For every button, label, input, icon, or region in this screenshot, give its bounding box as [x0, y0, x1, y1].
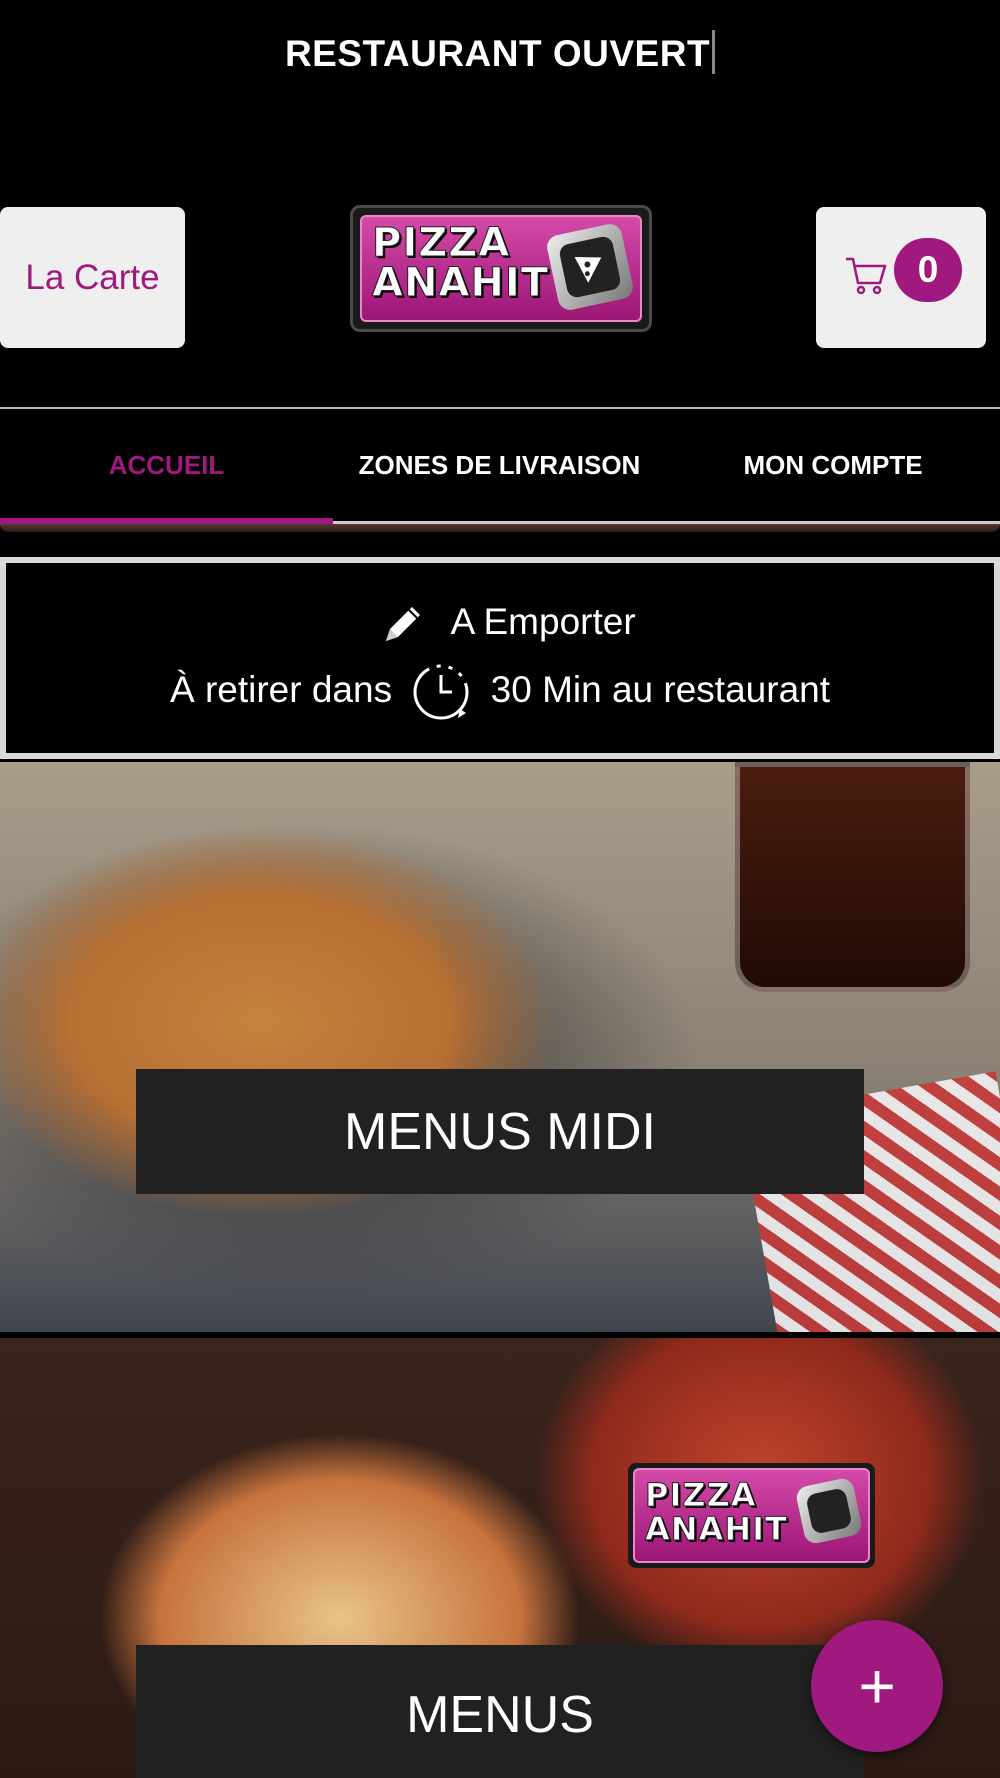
banner-pizza-slice-icon	[794, 1476, 864, 1546]
tab-bar: ACCUEIL ZONES DE LIVRAISON MON COMPTE	[0, 409, 1000, 524]
tab-zones-de-livraison[interactable]: ZONES DE LIVRAISON	[333, 409, 666, 521]
pickup-suffix: 30 Min au restaurant	[490, 668, 830, 710]
pizza-slice-glyph	[574, 256, 602, 283]
banner-logo-plate: PIZZA ANAHIT	[633, 1468, 870, 1563]
menus-midi-banner[interactable]: MENUS MIDI	[0, 762, 1000, 1332]
restaurant-status: RESTAURANT OUVERT	[0, 30, 1000, 75]
cart-count-badge: 0	[894, 238, 962, 302]
text-caret	[712, 30, 716, 74]
cart-icon	[846, 257, 887, 295]
banner-pizza-slice-icon-inner	[805, 1487, 853, 1535]
pickup-prefix: À retirer dans	[169, 668, 393, 710]
clock-icon	[413, 664, 469, 720]
menus-label[interactable]: MENUS	[136, 1645, 864, 1778]
cola-glass-illustration	[735, 762, 970, 992]
cart-button[interactable]: 0	[816, 207, 986, 348]
tab-mon-compte[interactable]: MON COMPTE	[666, 409, 1000, 521]
order-mode-row: A Emporter	[6, 599, 994, 649]
pizza-slice-icon-inner	[557, 234, 623, 300]
order-mode-label: A Emporter	[450, 600, 636, 642]
order-mode-panel[interactable]: A Emporter À retirer dans 30 Min au rest…	[0, 557, 1000, 759]
pickup-time-row: À retirer dans 30 Min au restaurant	[6, 661, 994, 723]
menus-midi-label[interactable]: MENUS MIDI	[136, 1069, 864, 1194]
status-bar: RESTAURANT OUVERT	[0, 0, 1000, 110]
tab-accueil[interactable]: ACCUEIL	[0, 409, 333, 521]
logo-plate: PIZZA ANAHIT	[360, 215, 642, 322]
pencil-icon[interactable]	[378, 599, 428, 649]
banner-brand-logo: PIZZA ANAHIT	[628, 1463, 875, 1568]
pizza-slice-icon	[544, 221, 636, 313]
header: La Carte PIZZA ANAHIT 0	[0, 110, 1000, 407]
hidden-banner-edge	[0, 524, 1000, 532]
add-fab-button[interactable]: +	[811, 1620, 943, 1752]
logo-wordmark: PIZZA ANAHIT	[372, 220, 550, 306]
banner-logo-wordmark: PIZZA ANAHIT	[645, 1476, 788, 1548]
la-carte-button[interactable]: La Carte	[0, 207, 185, 348]
brand-logo[interactable]: PIZZA ANAHIT	[350, 205, 652, 332]
